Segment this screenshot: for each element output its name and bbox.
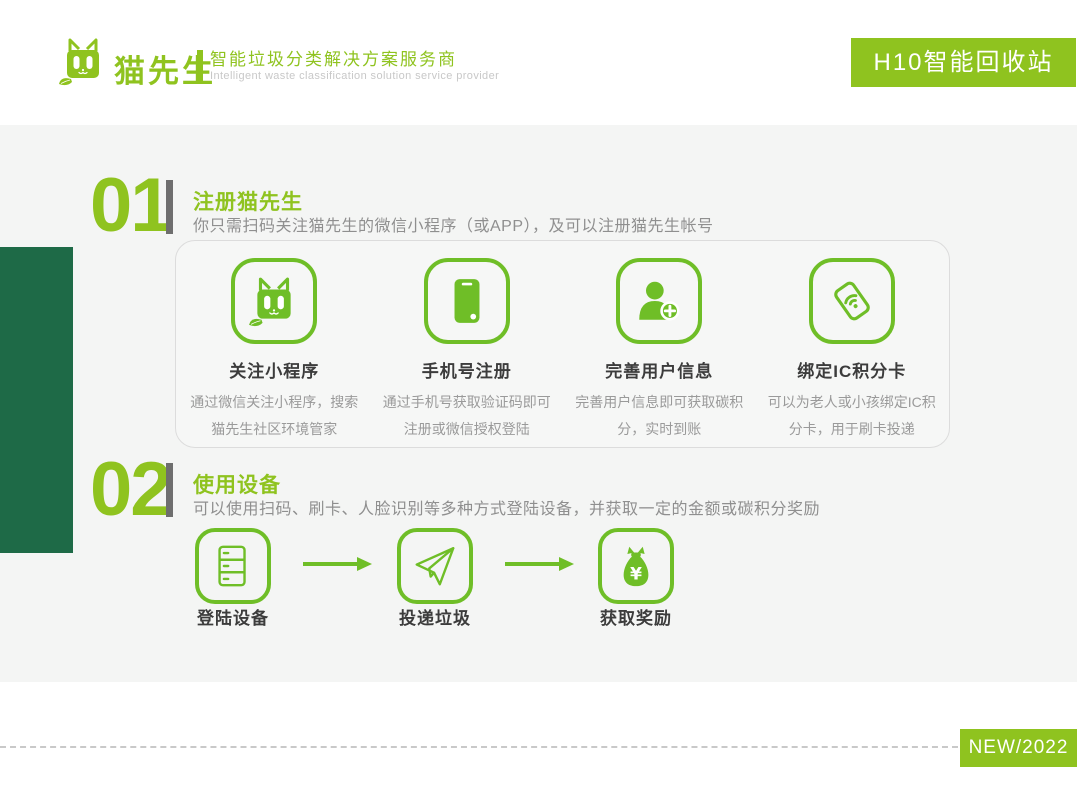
device-terminal-icon [195, 528, 271, 604]
flow-step-label: 投递垃圾 [365, 604, 505, 629]
step-divider-bar [166, 180, 173, 234]
page: 猫先生 智能垃圾分类解决方案服务商 Intelligent waste clas… [0, 0, 1077, 793]
card-title: 完善用户信息 [605, 357, 713, 382]
cat-miniprogram-icon [231, 258, 317, 344]
register-cards-row: 关注小程序 通过微信关注小程序，搜索猫先生社区环境管家 手机号注册 通过手机号获… [178, 258, 948, 442]
flow-arrow-icon [503, 556, 575, 572]
card-title: 手机号注册 [422, 357, 512, 382]
step-01-subtitle: 你只需扫码关注猫先生的微信小程序（或APP），及可以注册猫先生帐号 [193, 212, 714, 236]
card-complete-profile: 完善用户信息 完善用户信息即可获取碳积分，实时到账 [563, 258, 756, 442]
card-description: 通过手机号获取验证码即可注册或微信授权登陆 [381, 389, 553, 442]
add-user-icon [616, 258, 702, 344]
card-bind-ic-card: 绑定IC积分卡 可以为老人或小孩绑定IC积分卡，用于刷卡投递 [756, 258, 949, 442]
tagline-chinese: 智能垃圾分类解决方案服务商 [210, 45, 457, 70]
flow-arrow-icon [301, 556, 373, 572]
paper-plane-icon [397, 528, 473, 604]
card-description: 可以为老人或小孩绑定IC积分卡，用于刷卡投递 [766, 389, 938, 442]
card-title: 关注小程序 [229, 357, 319, 382]
card-follow-miniprogram: 关注小程序 通过微信关注小程序，搜索猫先生社区环境管家 [178, 258, 371, 442]
card-description: 完善用户信息即可获取碳积分，实时到账 [573, 389, 745, 442]
step-number-02: 02 [90, 452, 171, 528]
new-year-badge: NEW/2022 [960, 729, 1077, 767]
product-model-badge: H10智能回收站 [851, 38, 1076, 87]
flow-step-label: 登陆设备 [163, 604, 303, 629]
svg-text:¥: ¥ [630, 564, 642, 584]
cat-logo-icon [58, 33, 108, 89]
tagline-english: Intelligent waste classification solutio… [210, 70, 499, 82]
card-description: 通过微信关注小程序，搜索猫先生社区环境管家 [188, 389, 360, 442]
card-title: 绑定IC积分卡 [797, 357, 906, 382]
step-number-01: 01 [90, 168, 171, 244]
logo-divider [197, 50, 203, 84]
side-accent-block [0, 247, 73, 553]
ic-card-wifi-icon [809, 258, 895, 344]
footer-dashed-line [0, 746, 958, 748]
step-divider-bar [166, 463, 173, 517]
step-02-subtitle: 可以使用扫码、刷卡、人脸识别等多种方式登陆设备，并获取一定的金额或碳积分奖励 [193, 495, 820, 519]
money-bag-icon: ¥ [598, 528, 674, 604]
flow-step-label: 获取奖励 [566, 604, 706, 629]
card-phone-register: 手机号注册 通过手机号获取验证码即可注册或微信授权登陆 [371, 258, 564, 442]
phone-icon [424, 258, 510, 344]
